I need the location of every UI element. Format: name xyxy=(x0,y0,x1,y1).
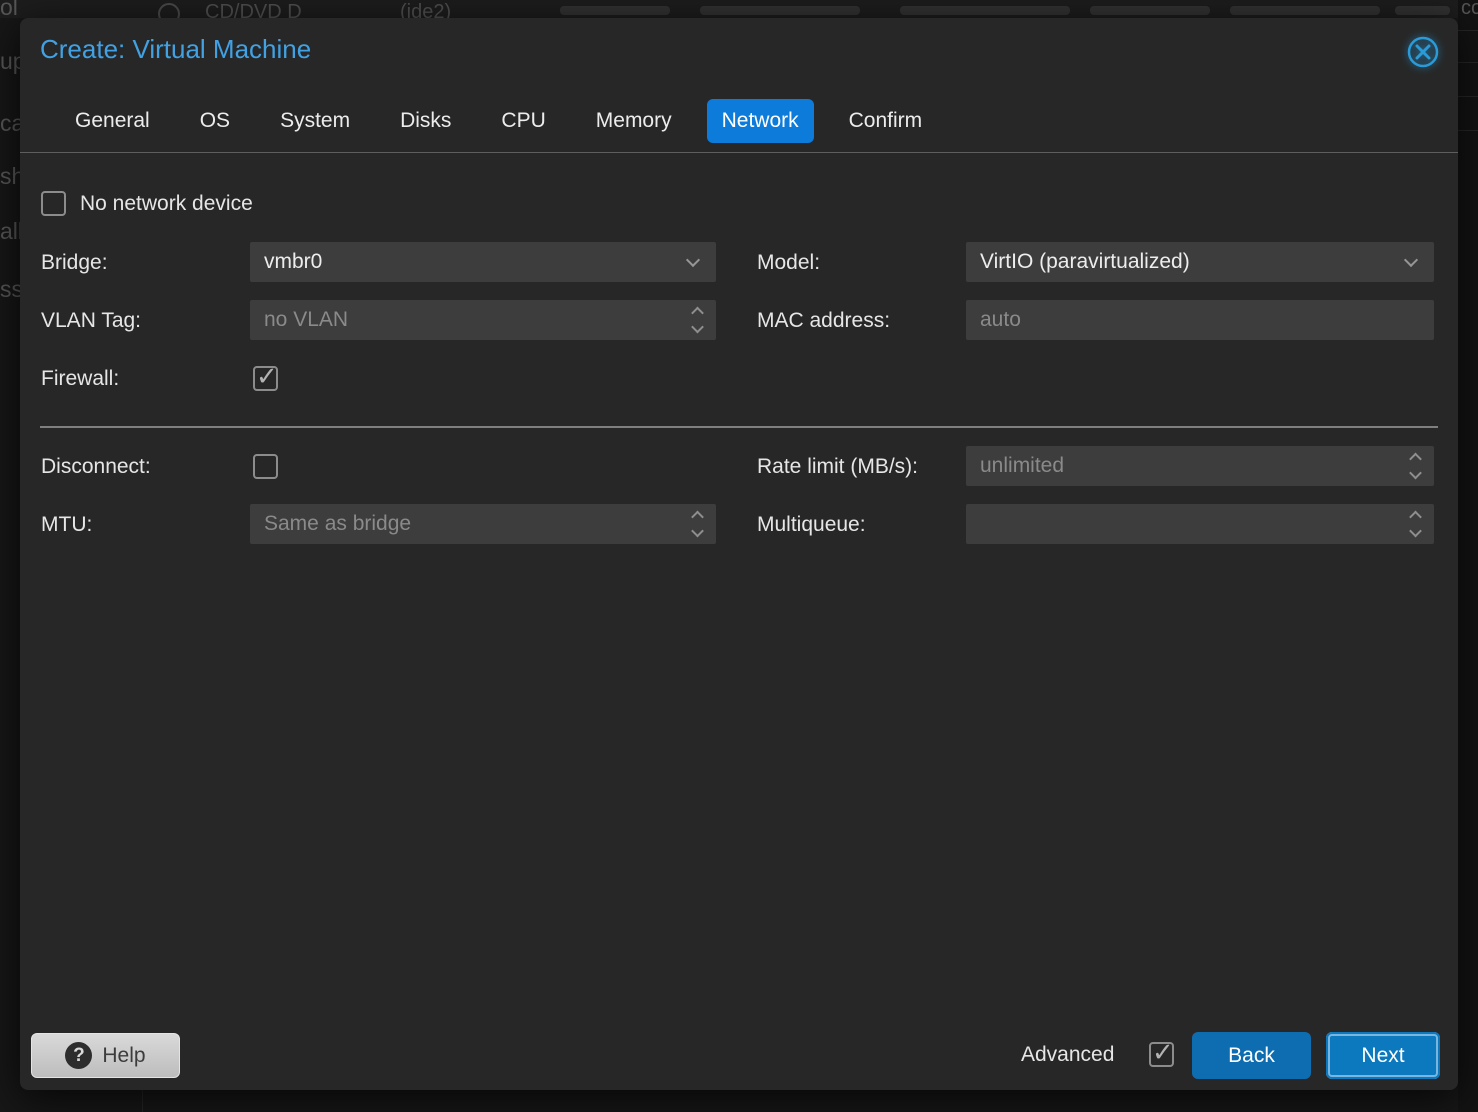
background-dim-text xyxy=(560,6,670,15)
tab-system[interactable]: System xyxy=(265,99,365,143)
background-radio-icon xyxy=(158,3,180,18)
tab-general[interactable]: General xyxy=(60,99,165,143)
tab-confirm[interactable]: Confirm xyxy=(834,99,938,143)
dialog-title: Create: Virtual Machine xyxy=(40,34,311,65)
number-spinner[interactable] xyxy=(1411,455,1420,478)
multiqueue-label: Multiqueue: xyxy=(757,513,866,537)
rate-limit-placeholder: unlimited xyxy=(980,454,1064,478)
tab-memory[interactable]: Memory xyxy=(581,99,687,143)
close-icon[interactable] xyxy=(1406,35,1440,69)
no-network-device-label: No network device xyxy=(80,192,253,216)
advanced-section-divider xyxy=(40,426,1438,428)
vlan-tag-placeholder: no VLAN xyxy=(264,308,348,332)
tab-cpu[interactable]: CPU xyxy=(486,99,560,143)
firewall-checkbox[interactable]: ✓ xyxy=(253,366,278,391)
back-button[interactable]: Back xyxy=(1192,1032,1311,1079)
background-dim-text xyxy=(700,6,860,15)
background-text-fragment: co xyxy=(1461,0,1478,20)
background-page-top: CD/DVD D (ide2) xyxy=(0,0,1478,18)
background-dim-text xyxy=(1230,6,1380,15)
mac-address-label: MAC address: xyxy=(757,309,890,333)
advanced-checkbox[interactable]: ✓ xyxy=(1149,1042,1174,1067)
mac-address-input[interactable]: auto xyxy=(966,300,1434,340)
check-icon: ✓ xyxy=(256,361,278,392)
chevron-down-icon[interactable] xyxy=(1404,253,1418,267)
background-dim-text xyxy=(1090,6,1210,15)
tab-os[interactable]: OS xyxy=(185,99,245,143)
vlan-tag-input[interactable]: no VLAN xyxy=(250,300,716,340)
chevron-down-icon[interactable] xyxy=(686,253,700,267)
mtu-placeholder: Same as bridge xyxy=(264,512,411,536)
next-button[interactable]: Next xyxy=(1326,1032,1440,1079)
model-label: Model: xyxy=(757,251,820,275)
background-text-fragment: (ide2) xyxy=(400,1,451,18)
background-page-right: co xyxy=(1458,0,1478,1112)
help-button[interactable]: ? Help xyxy=(31,1033,180,1078)
multiqueue-input[interactable] xyxy=(966,504,1434,544)
tabbar-divider xyxy=(20,152,1458,153)
tab-disks[interactable]: Disks xyxy=(385,99,466,143)
bridge-value: vmbr0 xyxy=(264,250,322,274)
help-button-label: Help xyxy=(102,1044,145,1068)
background-text-fragment: ol xyxy=(0,0,18,21)
question-mark-icon: ? xyxy=(65,1042,92,1069)
advanced-label: Advanced xyxy=(1021,1043,1114,1067)
disconnect-checkbox[interactable]: ✓ xyxy=(253,454,278,479)
no-network-device-checkbox[interactable]: ✓ xyxy=(41,191,66,216)
mac-address-placeholder: auto xyxy=(980,308,1021,332)
rate-limit-input[interactable]: unlimited xyxy=(966,446,1434,486)
check-icon: ✓ xyxy=(1152,1037,1174,1068)
number-spinner[interactable] xyxy=(693,309,702,332)
bridge-label: Bridge: xyxy=(41,251,108,275)
bridge-select[interactable]: vmbr0 xyxy=(250,242,716,282)
mtu-input[interactable]: Same as bridge xyxy=(250,504,716,544)
number-spinner[interactable] xyxy=(693,513,702,536)
tab-network[interactable]: Network xyxy=(707,99,814,143)
model-value: VirtIO (paravirtualized) xyxy=(980,250,1190,274)
disconnect-label: Disconnect: xyxy=(41,455,151,479)
model-select[interactable]: VirtIO (paravirtualized) xyxy=(966,242,1434,282)
background-dim-text xyxy=(1395,6,1450,15)
background-dim-text xyxy=(900,6,1070,15)
mtu-label: MTU: xyxy=(41,513,92,537)
wizard-tabs: General OS System Disks CPU Memory Netwo… xyxy=(60,99,937,143)
create-vm-dialog: Create: Virtual Machine General OS Syste… xyxy=(20,18,1458,1090)
background-column-divider xyxy=(142,1090,143,1112)
firewall-label: Firewall: xyxy=(41,367,119,391)
rate-limit-label: Rate limit (MB/s): xyxy=(757,455,918,479)
background-text-fragment: CD/DVD D xyxy=(205,1,302,18)
number-spinner[interactable] xyxy=(1411,513,1420,536)
vlan-tag-label: VLAN Tag: xyxy=(41,309,141,333)
